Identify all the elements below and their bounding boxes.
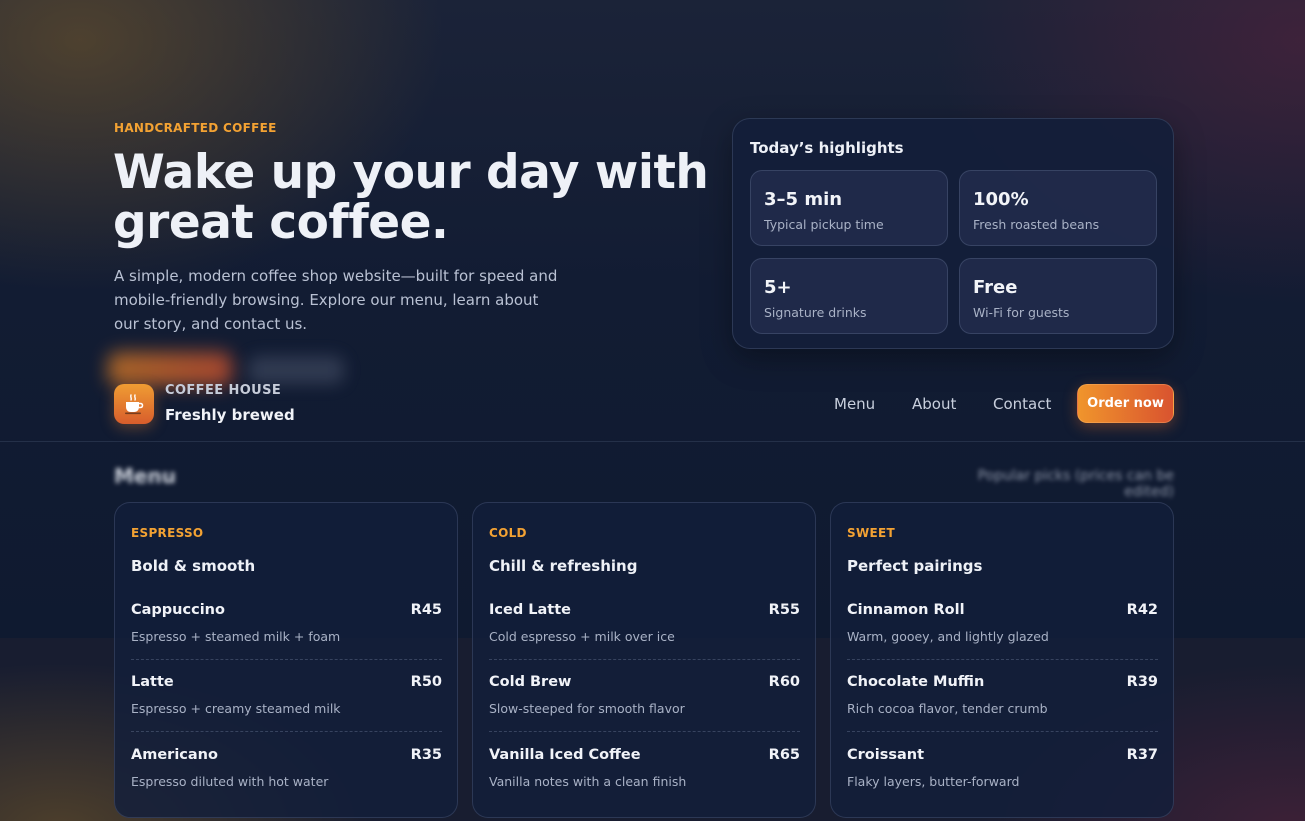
highlights-title: Today’s highlights (750, 139, 904, 157)
stat-fresh-beans: 100% Fresh roasted beans (959, 170, 1157, 246)
stat-wifi: Free Wi-Fi for guests (959, 258, 1157, 334)
item-description: Flaky layers, butter-forward (847, 774, 1020, 789)
menu-item: Croissant R37 Flaky layers, butter-forwa… (847, 747, 1158, 805)
menu-section-title: Menu (114, 464, 176, 488)
stat-value: 5+ (764, 277, 792, 298)
order-now-button[interactable]: Order now (1077, 384, 1174, 423)
menu-section-note: Popular picks (prices can be edited) (977, 468, 1174, 500)
item-description: Rich cocoa flavor, tender crumb (847, 701, 1048, 716)
item-price: R65 (768, 747, 800, 763)
card-kicker: SWEET (847, 526, 895, 540)
menu-card-cold: COLD Chill & refreshing Iced Latte R55 C… (472, 502, 816, 818)
item-price: R35 (410, 747, 442, 763)
item-description: Vanilla notes with a clean finish (489, 774, 687, 789)
menu-item: Vanilla Iced Coffee R65 Vanilla notes wi… (489, 747, 800, 805)
item-name: Iced Latte (489, 602, 571, 618)
menu-card-espresso: ESPRESSO Bold & smooth Cappuccino R45 Es… (114, 502, 458, 818)
stat-value: 3–5 min (764, 189, 843, 210)
item-description: Espresso diluted with hot water (131, 774, 329, 789)
menu-item: Iced Latte R55 Cold espresso + milk over… (489, 602, 800, 660)
item-price: R55 (768, 602, 800, 618)
stat-signature-drinks: 5+ Signature drinks (750, 258, 948, 334)
highlights-card: Today’s highlights 3–5 min Typical picku… (732, 118, 1174, 349)
item-price: R37 (1126, 747, 1158, 763)
item-name: Croissant (847, 747, 925, 763)
item-description: Cold espresso + milk over ice (489, 629, 675, 644)
card-kicker: ESPRESSO (131, 526, 204, 540)
nav-about[interactable]: About (912, 395, 956, 413)
nav-contact[interactable]: Contact (993, 395, 1051, 413)
nav-menu[interactable]: Menu (834, 395, 875, 413)
site-header: COFFEE HOUSE Freshly brewed Menu About C… (0, 365, 1305, 442)
logo[interactable] (114, 384, 154, 424)
stat-label: Signature drinks (764, 305, 867, 320)
menu-item: Cappuccino R45 Espresso + steamed milk +… (131, 602, 442, 660)
item-name: Vanilla Iced Coffee (489, 747, 641, 763)
brand-name: COFFEE HOUSE (165, 383, 282, 398)
card-kicker: COLD (489, 526, 527, 540)
item-description: Slow-steeped for smooth flavor (489, 701, 685, 716)
item-price: R60 (768, 674, 800, 690)
stat-label: Wi-Fi for guests (973, 305, 1070, 320)
item-name: Chocolate Muffin (847, 674, 985, 690)
item-name: Cappuccino (131, 602, 225, 618)
stat-label: Typical pickup time (764, 217, 884, 232)
item-description: Warm, gooey, and lightly glazed (847, 629, 1049, 644)
brand-tagline: Freshly brewed (165, 406, 295, 424)
hero-title: Wake up your day with great coffee. (113, 145, 709, 250)
hero-eyebrow: HANDCRAFTED COFFEE (114, 121, 277, 135)
item-price: R39 (1126, 674, 1158, 690)
item-name: Americano (131, 747, 218, 763)
menu-item: Cold Brew R60 Slow-steeped for smooth fl… (489, 674, 800, 732)
stat-value: 100% (973, 189, 1029, 210)
item-price: R45 (410, 602, 442, 618)
item-price: R50 (410, 674, 442, 690)
card-title: Chill & refreshing (489, 557, 638, 575)
stat-pickup-time: 3–5 min Typical pickup time (750, 170, 948, 246)
hero-description: A simple, modern coffee shop website—bui… (114, 267, 558, 333)
item-description: Espresso + steamed milk + foam (131, 629, 341, 644)
menu-item: Chocolate Muffin R39 Rich cocoa flavor, … (847, 674, 1158, 732)
menu-item: Latte R50 Espresso + creamy steamed milk (131, 674, 442, 732)
item-name: Cold Brew (489, 674, 572, 690)
stat-value: Free (973, 277, 1018, 298)
item-description: Espresso + creamy steamed milk (131, 701, 341, 716)
item-name: Latte (131, 674, 174, 690)
card-title: Perfect pairings (847, 557, 983, 575)
item-name: Cinnamon Roll (847, 602, 965, 618)
menu-card-sweet: SWEET Perfect pairings Cinnamon Roll R42… (830, 502, 1174, 818)
menu-item: Cinnamon Roll R42 Warm, gooey, and light… (847, 602, 1158, 660)
coffee-cup-icon (125, 394, 144, 415)
stat-label: Fresh roasted beans (973, 217, 1100, 232)
menu-item: Americano R35 Espresso diluted with hot … (131, 747, 442, 805)
item-price: R42 (1126, 602, 1158, 618)
card-title: Bold & smooth (131, 557, 256, 575)
